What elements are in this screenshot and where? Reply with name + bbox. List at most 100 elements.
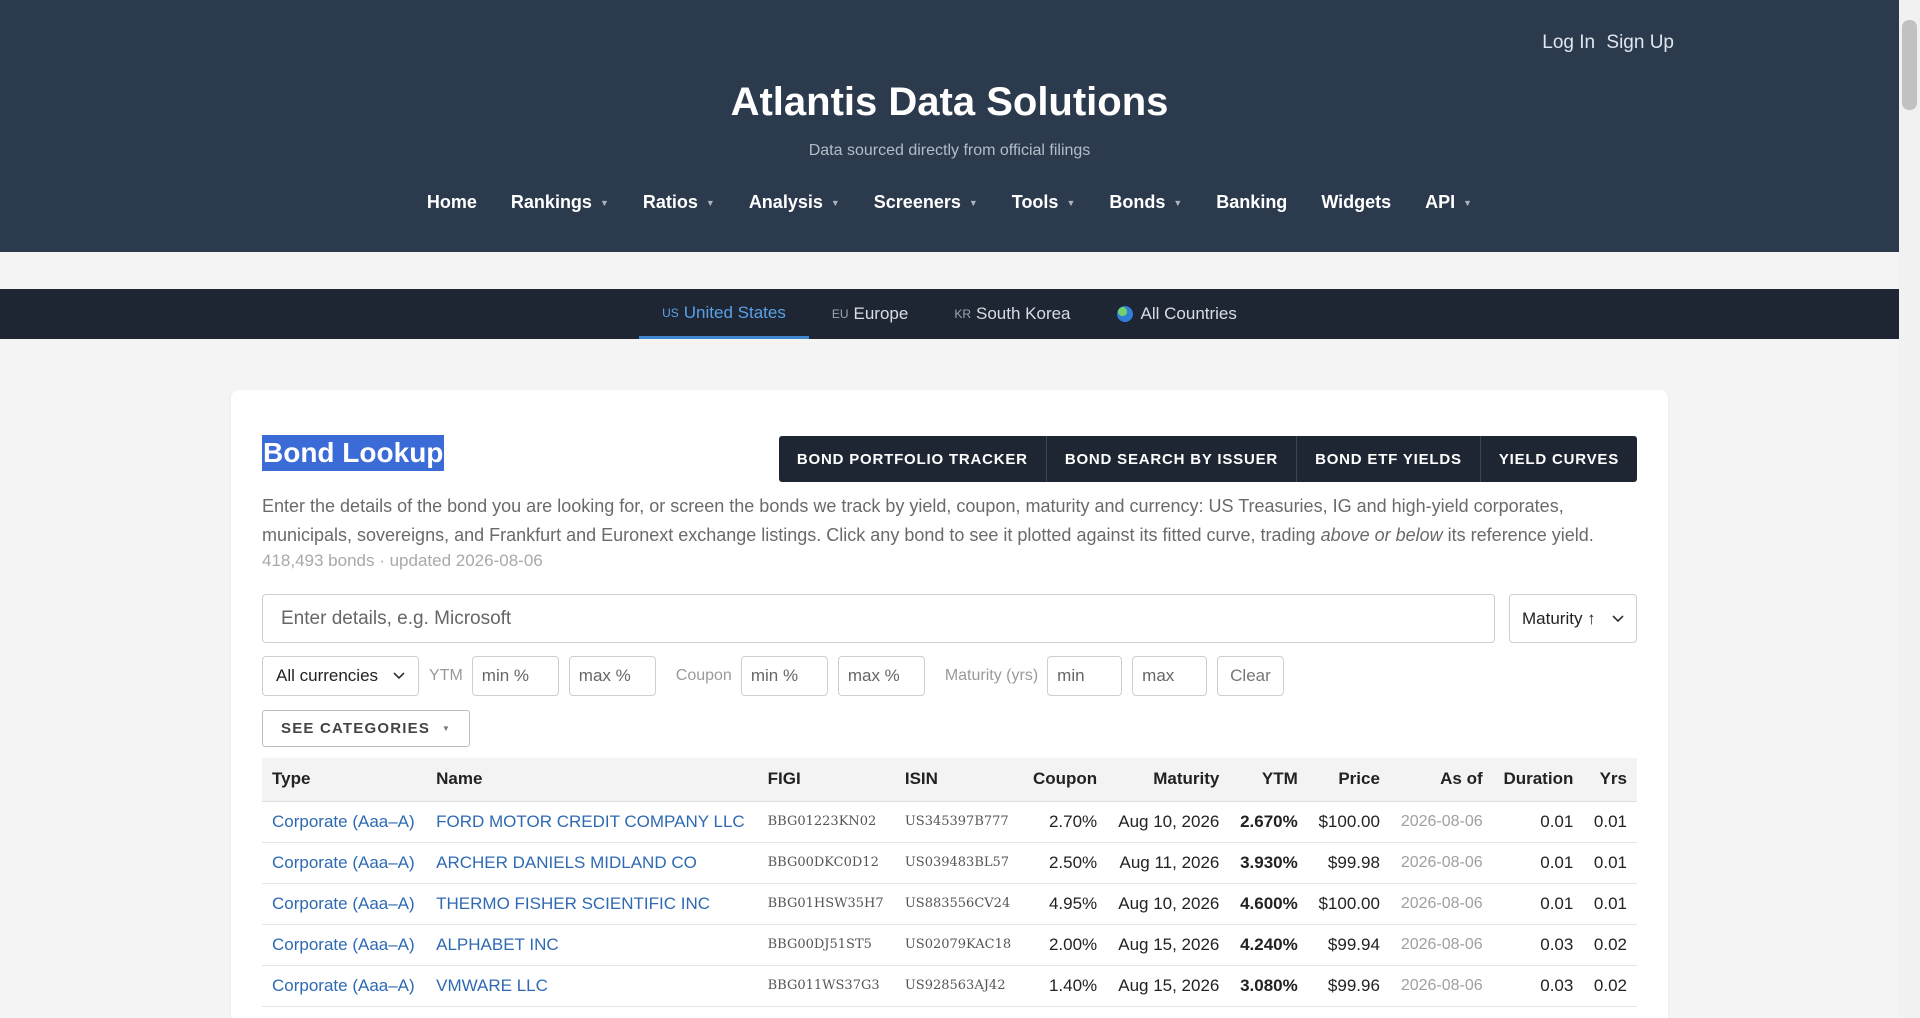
site-title: Atlantis Data Solutions [730, 80, 1169, 124]
column-header-isin[interactable]: ISIN [894, 758, 1023, 802]
table-row[interactable]: Corporate (Aaa–A) FORD MOTOR CREDIT COMPA… [262, 801, 1637, 843]
caret-down-icon: ▼ [705, 197, 715, 208]
type-cell[interactable]: Corporate (Aaa–A) [262, 801, 427, 843]
table-row[interactable]: Corporate (Aaa–A) VMWARE LLC BBG011WS37G3 U… [262, 965, 1637, 1007]
ytm-max-input[interactable] [568, 656, 656, 696]
as-of-cell: 2026-08-06 [1389, 883, 1493, 925]
nav-item-banking[interactable]: Banking [1199, 192, 1304, 213]
nav-item-tools[interactable]: Tools ▼ [995, 192, 1093, 213]
column-header-type[interactable]: Type [262, 758, 427, 802]
country-tab-label: Europe [853, 304, 909, 323]
table-row[interactable]: Corporate (Aaa–A) ARCHER DANIELS MIDLAND … [262, 842, 1637, 884]
see-categories-label: SEE CATEGORIES [281, 720, 431, 737]
nav-item-label: Tools [1011, 192, 1059, 212]
sort-select[interactable]: Maturity ↑ [1509, 594, 1637, 643]
duration-cell: 0.01 [1492, 883, 1584, 925]
currency-select[interactable]: All currencies [262, 656, 419, 696]
bond-count-meta: 418,493 bonds · updated 2026-08-06 [262, 551, 543, 570]
as-of-cell: 2026-08-06 [1389, 842, 1493, 884]
column-header-name[interactable]: Name [426, 758, 758, 802]
nav-item-widgets[interactable]: Widgets [1304, 192, 1408, 213]
nav-item-ratios[interactable]: Ratios ▼ [626, 192, 732, 213]
column-header-maturity[interactable]: Maturity [1107, 758, 1230, 802]
scrollbar[interactable] [1899, 0, 1920, 1018]
caret-down-icon: ▼ [1173, 197, 1183, 208]
search-input[interactable] [262, 594, 1495, 643]
name-cell[interactable]: ALPHABET INC [426, 924, 758, 966]
nav-item-rankings[interactable]: Rankings ▼ [494, 192, 626, 213]
nav-item-screeners[interactable]: Screeners ▼ [857, 192, 995, 213]
scrollbar-thumb[interactable] [1902, 20, 1917, 110]
chevron-down-icon [393, 672, 405, 680]
name-cell[interactable]: THERMO FISHER SCIENTIFIC INC [426, 883, 758, 925]
type-cell[interactable]: Corporate (Aaa–A) [262, 883, 427, 925]
figi-cell: BBG01223KN02 [757, 801, 895, 843]
figi-cell: BBG00DKC0D12 [757, 842, 895, 884]
column-header-as-of[interactable]: As of [1389, 758, 1493, 802]
table-row[interactable]: Corporate (Aaa–A) ALPHABET INC BBG00DJ51ST… [262, 924, 1637, 966]
clear-button[interactable]: Clear [1217, 656, 1284, 696]
coupon-max-input[interactable] [837, 656, 925, 696]
nav-item-api[interactable]: API ▼ [1408, 192, 1489, 213]
country-tab-all-countries[interactable]: All Countries [1094, 289, 1260, 339]
name-cell[interactable]: FORD MOTOR CREDIT COMPANY LLC [426, 801, 758, 843]
nav-item-label: Rankings [510, 192, 592, 212]
as-of-cell: 2026-08-06 [1389, 801, 1493, 843]
coupon-cell: 1.40% [1022, 965, 1108, 1007]
nav-item-label: API [1425, 192, 1456, 212]
name-cell[interactable]: VMWARE LLC [426, 965, 758, 1007]
maturity-max-input[interactable] [1132, 656, 1208, 696]
nav-item-label: Widgets [1321, 192, 1392, 212]
nav-item-bonds[interactable]: Bonds ▼ [1092, 192, 1199, 213]
ytm-min-input[interactable] [471, 656, 559, 696]
yrs-cell: 0.01 [1583, 842, 1637, 884]
column-header-yrs[interactable]: Yrs [1583, 758, 1637, 802]
as-of-cell: 2026-08-06 [1389, 965, 1493, 1007]
nav-item-analysis[interactable]: Analysis ▼ [732, 192, 857, 213]
type-cell[interactable]: Corporate (Aaa–A) [262, 842, 427, 884]
maturity-cell: Aug 15, 2026 [1107, 965, 1230, 1007]
column-header-duration[interactable]: Duration [1492, 758, 1584, 802]
column-header-price[interactable]: Price [1307, 758, 1390, 802]
yield-curves-button[interactable]: YIELD CURVES [1481, 436, 1637, 482]
nav-item-home[interactable]: Home [410, 192, 494, 213]
ytm-cell: 3.080% [1229, 965, 1308, 1007]
country-tab-south-korea[interactable]: KR South Korea [931, 289, 1093, 339]
duration-cell: 0.01 [1492, 842, 1584, 884]
ytm-label: YTM [429, 667, 463, 684]
duration-cell: 0.03 [1492, 965, 1584, 1007]
bond-search-by-issuer-button[interactable]: BOND SEARCH BY ISSUER [1047, 436, 1298, 482]
maturity-cell: Aug 10, 2026 [1107, 883, 1230, 925]
coupon-label: Coupon [675, 667, 732, 684]
maturity-label: Maturity (yrs) [944, 667, 1039, 684]
nav-item-label: Screeners [873, 192, 961, 212]
signup-link[interactable]: Sign Up [1606, 32, 1674, 53]
column-header-figi[interactable]: FIGI [757, 758, 895, 802]
auth-links: Log In Sign Up [1536, 32, 1674, 54]
site-subtitle: Data sourced directly from official fili… [808, 142, 1091, 159]
type-cell[interactable]: Corporate (Aaa–A) [262, 924, 427, 966]
bond-portfolio-tracker-button[interactable]: BOND PORTFOLIO TRACKER [779, 436, 1047, 482]
nav-item-label: Ratios [642, 192, 698, 212]
filter-row: All currencies YTM Coupon Maturity (yrs)… [262, 656, 1284, 696]
caret-down-icon: ▼ [599, 197, 609, 208]
country-tab-united-states[interactable]: US United States [639, 289, 809, 339]
caret-down-icon: ▼ [968, 197, 978, 208]
table-row[interactable]: Corporate (Aaa–A) THERMO FISHER SCIENTIFI… [262, 883, 1637, 925]
type-cell[interactable]: Corporate (Aaa–A) [262, 965, 427, 1007]
column-header-coupon[interactable]: Coupon [1022, 758, 1108, 802]
name-cell[interactable]: ARCHER DANIELS MIDLAND CO [426, 842, 758, 884]
login-link[interactable]: Log In [1542, 32, 1595, 53]
coupon-min-input[interactable] [740, 656, 828, 696]
ytm-cell: 2.670% [1229, 801, 1308, 843]
country-tab-europe[interactable]: EU Europe [809, 289, 932, 339]
isin-cell: US883556CV24 [894, 883, 1023, 925]
price-cell: $99.94 [1307, 924, 1390, 966]
column-header-ytm[interactable]: YTM [1229, 758, 1308, 802]
globe-icon [1116, 306, 1133, 322]
maturity-min-input[interactable] [1047, 656, 1123, 696]
ytm-cell: 3.930% [1229, 842, 1308, 884]
duration-cell: 0.01 [1492, 801, 1584, 843]
see-categories-button[interactable]: SEE CATEGORIES ▼ [262, 710, 471, 747]
bond-etf-yields-button[interactable]: BOND ETF YIELDS [1297, 436, 1481, 482]
